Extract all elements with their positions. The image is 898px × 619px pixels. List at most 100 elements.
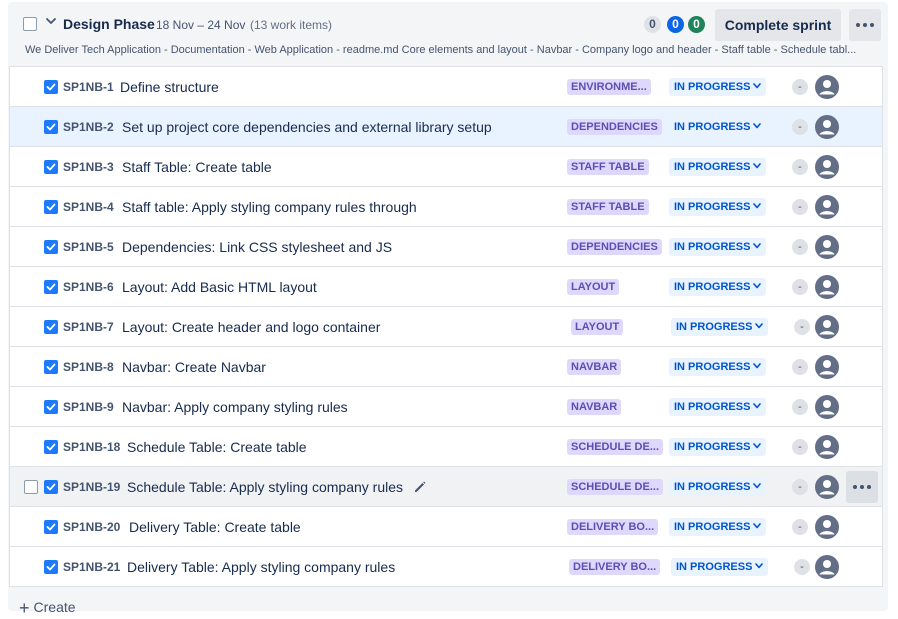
story-point-estimate[interactable]: - <box>792 359 808 375</box>
issue-summary[interactable]: Schedule Table: Create table <box>127 439 307 455</box>
assignee-avatar-icon[interactable] <box>815 275 839 299</box>
status-dropdown[interactable]: IN PROGRESS <box>669 278 767 296</box>
issue-key[interactable]: SP1NB-4 <box>63 200 114 214</box>
epic-lozenge[interactable]: ENVIRONME... <box>567 79 651 95</box>
issue-summary[interactable]: Staff Table: Create table <box>122 159 272 175</box>
issue-checkbox[interactable] <box>44 360 58 374</box>
issue-checkbox[interactable] <box>44 200 58 214</box>
issue-key[interactable]: SP1NB-1 <box>63 80 114 94</box>
issue-row[interactable]: SP1NB-5 Dependencies: Link CSS stylesheet… <box>10 227 882 267</box>
status-dropdown[interactable]: IN PROGRESS <box>669 238 767 256</box>
sprint-name[interactable]: Design Phase <box>63 16 155 32</box>
issue-checkbox[interactable] <box>44 440 58 454</box>
assignee-avatar-icon[interactable] <box>815 115 839 139</box>
assignee-avatar-icon[interactable] <box>815 355 839 379</box>
issue-summary[interactable]: Set up project core dependencies and ext… <box>122 119 492 135</box>
status-dropdown[interactable]: IN PROGRESS <box>669 158 767 176</box>
issue-summary[interactable]: Layout: Add Basic HTML layout <box>122 279 317 295</box>
row-drag-select-checkbox[interactable] <box>24 480 38 494</box>
issue-summary[interactable]: Delivery Table: Create table <box>129 519 301 535</box>
issue-row[interactable]: SP1NB-18 Schedule Table: Create table SCHE… <box>10 427 882 467</box>
story-point-estimate[interactable]: - <box>794 559 810 575</box>
issue-key[interactable]: SP1NB-9 <box>63 400 114 414</box>
status-dropdown[interactable]: IN PROGRESS <box>669 478 767 496</box>
issue-row[interactable]: SP1NB-7 Layout: Create header and logo co… <box>10 307 882 347</box>
issue-row[interactable]: SP1NB-19 Schedule Table: Apply styling co… <box>10 467 882 507</box>
issue-key[interactable]: SP1NB-19 <box>63 480 120 494</box>
issue-key[interactable]: SP1NB-21 <box>63 560 120 574</box>
issue-key[interactable]: SP1NB-6 <box>63 280 114 294</box>
create-issue-button[interactable]: + Create <box>19 598 76 619</box>
issue-key[interactable]: SP1NB-2 <box>63 120 114 134</box>
assignee-avatar-icon[interactable] <box>815 75 839 99</box>
issue-checkbox[interactable] <box>44 80 58 94</box>
assignee-avatar-icon[interactable] <box>815 475 839 499</box>
issue-checkbox[interactable] <box>44 560 58 574</box>
assignee-avatar-icon[interactable] <box>815 195 839 219</box>
issue-row[interactable]: SP1NB-2 Set up project core dependencies … <box>10 107 882 147</box>
assignee-avatar-icon[interactable] <box>815 155 839 179</box>
issue-checkbox[interactable] <box>44 280 58 294</box>
status-dropdown[interactable]: IN PROGRESS <box>669 118 767 136</box>
status-dropdown[interactable]: IN PROGRESS <box>669 398 767 416</box>
story-point-estimate[interactable]: - <box>792 199 808 215</box>
story-point-estimate[interactable]: - <box>794 319 810 335</box>
assignee-avatar-icon[interactable] <box>815 315 839 339</box>
issue-checkbox[interactable] <box>44 520 58 534</box>
issue-checkbox[interactable] <box>44 320 58 334</box>
issue-summary[interactable]: Navbar: Create Navbar <box>122 359 266 375</box>
issue-row[interactable]: SP1NB-4 Staff table: Apply styling compan… <box>10 187 882 227</box>
issue-summary[interactable]: Define structure <box>120 79 219 95</box>
assignee-avatar-icon[interactable] <box>815 515 839 539</box>
issue-row[interactable]: SP1NB-20 Delivery Table: Create table DELI… <box>10 507 882 547</box>
issue-checkbox[interactable] <box>44 480 58 494</box>
issue-summary[interactable]: Delivery Table: Apply styling company ru… <box>127 559 395 575</box>
status-dropdown[interactable]: IN PROGRESS <box>671 558 769 576</box>
issue-row[interactable]: SP1NB-6 Layout: Add Basic HTML layout LAYO… <box>10 267 882 307</box>
story-point-estimate[interactable]: - <box>792 119 808 135</box>
epic-lozenge[interactable]: STAFF TABLE <box>567 159 649 175</box>
issue-summary[interactable]: Staff table: Apply styling company rules… <box>122 199 417 215</box>
row-more-button[interactable] <box>846 471 878 503</box>
story-point-estimate[interactable]: - <box>792 439 808 455</box>
issue-key[interactable]: SP1NB-20 <box>63 520 120 534</box>
status-dropdown[interactable]: IN PROGRESS <box>669 438 767 456</box>
story-point-estimate[interactable]: - <box>792 239 808 255</box>
chevron-down-icon[interactable] <box>44 14 58 28</box>
issue-summary[interactable]: Layout: Create header and logo container <box>122 319 380 335</box>
story-point-estimate[interactable]: - <box>792 479 808 495</box>
issue-checkbox[interactable] <box>44 120 58 134</box>
pencil-icon[interactable] <box>413 480 427 494</box>
issue-row[interactable]: SP1NB-9 Navbar: Apply company styling rul… <box>10 387 882 427</box>
issue-summary[interactable]: Navbar: Apply company styling rules <box>122 399 348 415</box>
issue-checkbox[interactable] <box>44 400 58 414</box>
assignee-avatar-icon[interactable] <box>815 555 839 579</box>
assignee-avatar-icon[interactable] <box>815 235 839 259</box>
epic-lozenge[interactable]: DELIVERY BO... <box>569 559 661 575</box>
epic-lozenge[interactable]: NAVBAR <box>567 399 622 415</box>
epic-lozenge[interactable]: DELIVERY BO... <box>567 519 659 535</box>
epic-lozenge[interactable]: DEPENDENCIES <box>567 119 662 135</box>
issue-key[interactable]: SP1NB-18 <box>63 440 120 454</box>
story-point-estimate[interactable]: - <box>792 399 808 415</box>
issue-row[interactable]: SP1NB-1 Define structure ENVIRONME... IN PR… <box>10 67 882 107</box>
issue-key[interactable]: SP1NB-8 <box>63 360 114 374</box>
story-point-estimate[interactable]: - <box>792 159 808 175</box>
issue-checkbox[interactable] <box>44 240 58 254</box>
status-dropdown[interactable]: IN PROGRESS <box>669 518 767 536</box>
assignee-avatar-icon[interactable] <box>815 435 839 459</box>
status-dropdown[interactable]: IN PROGRESS <box>669 198 767 216</box>
epic-lozenge[interactable]: NAVBAR <box>567 359 622 375</box>
epic-lozenge[interactable]: STAFF TABLE <box>567 199 649 215</box>
sprint-more-button[interactable] <box>849 9 881 41</box>
status-dropdown[interactable]: IN PROGRESS <box>671 318 769 336</box>
story-point-estimate[interactable]: - <box>792 279 808 295</box>
issue-key[interactable]: SP1NB-7 <box>63 320 114 334</box>
epic-lozenge[interactable]: DEPENDENCIES <box>567 239 662 255</box>
epic-lozenge[interactable]: SCHEDULE DE... <box>567 439 664 455</box>
story-point-estimate[interactable]: - <box>792 79 808 95</box>
complete-sprint-button[interactable]: Complete sprint <box>715 9 841 41</box>
assignee-avatar-icon[interactable] <box>815 395 839 419</box>
epic-lozenge[interactable]: LAYOUT <box>571 319 624 335</box>
issue-summary[interactable]: Schedule Table: Apply styling company ru… <box>127 479 403 495</box>
